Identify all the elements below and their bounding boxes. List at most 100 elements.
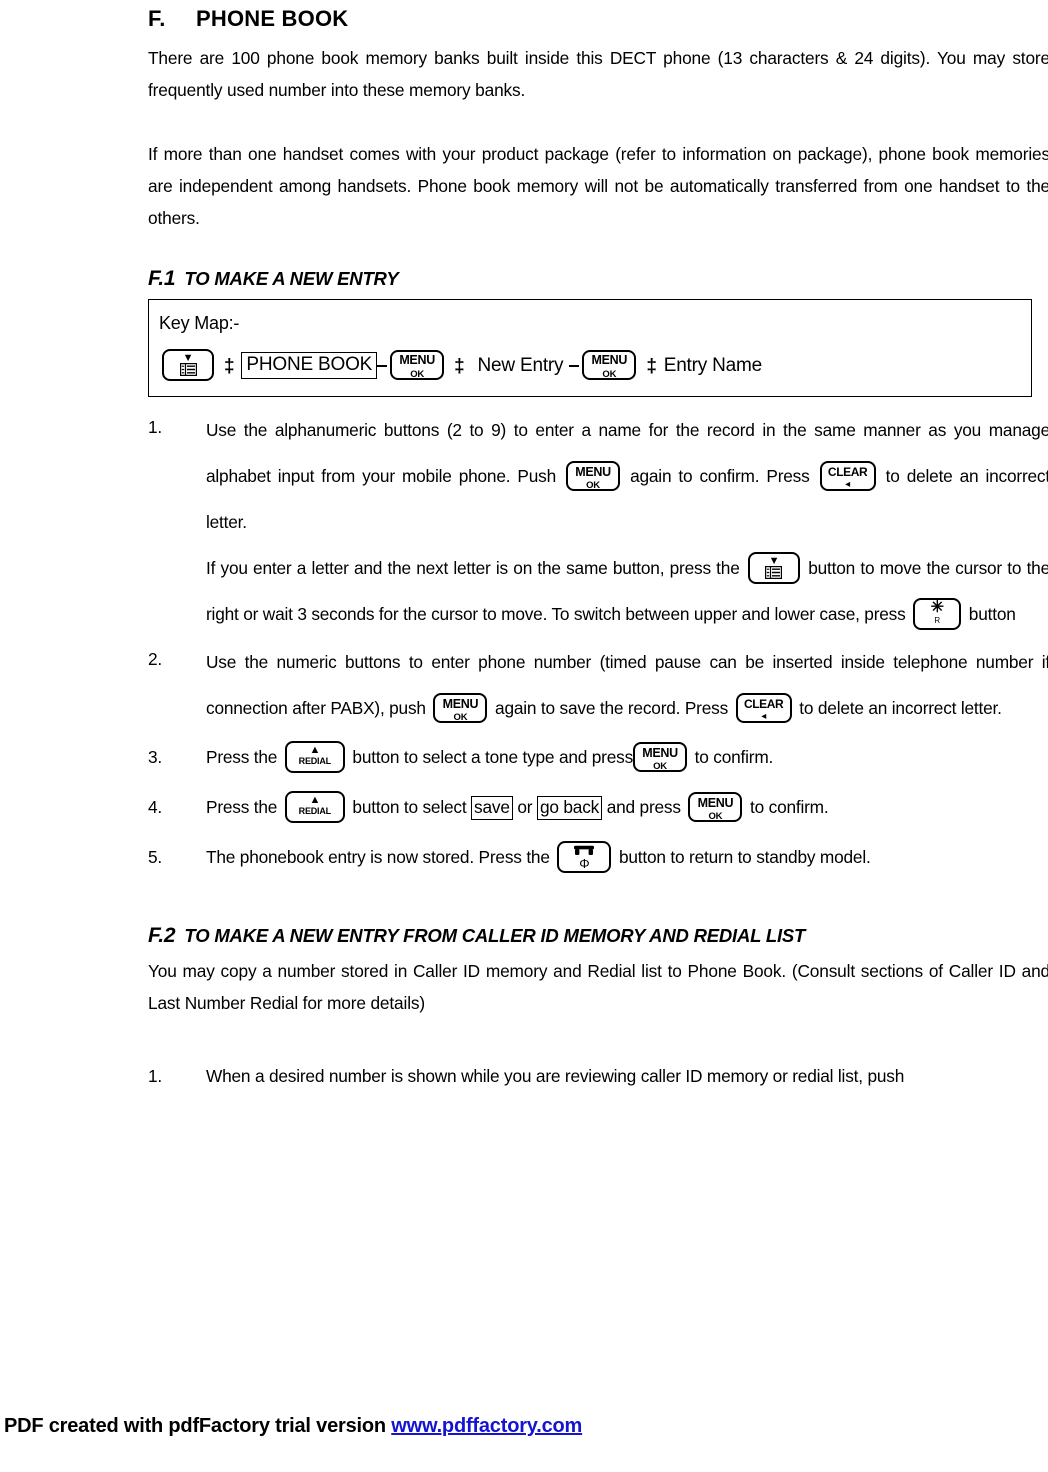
menu-key-label: MENU: [642, 745, 678, 760]
flow-arrow-3: ‡: [646, 356, 657, 378]
step-3-text-a: Press the: [206, 746, 278, 767]
key-map-flow: ▼ ‡ PHONE BOOK MENU OK ‡ New Entry MENU …: [159, 348, 1019, 382]
up-arrow-icon: ▲: [309, 794, 321, 807]
redial-key-label: REDIAL: [298, 806, 332, 817]
phonebook-list-icon: [750, 566, 798, 580]
list-item: 1. Use the alphanumeric buttons (2 to 9)…: [148, 407, 1048, 637]
step-4-text-e: to confirm.: [750, 796, 829, 817]
menu-option-go-back: go back: [536, 795, 603, 820]
intro-paragraph-2: If more than one handset comes with your…: [148, 144, 1048, 229]
phonebook-down-key-icon: ▼: [747, 552, 800, 585]
step-2-text-b: again to save the record. Press: [495, 697, 729, 718]
list-item: 1. When a desired number is shown while …: [148, 1059, 1048, 1093]
section-title: PHONE BOOK: [196, 6, 349, 31]
step-marker: 1.: [148, 1065, 163, 1086]
list-item: 5. The phonebook entry is now stored. Pr…: [148, 833, 1048, 881]
menu-ok-key-icon: MENU OK: [582, 349, 637, 380]
page-content: F. PHONE BOOK There are 100 phone book me…: [148, 0, 1048, 1095]
step-4-text-a: Press the: [206, 796, 278, 817]
handset-down-icon: [559, 845, 609, 856]
step-1-text-d: If you enter a letter and the next lette…: [206, 557, 740, 578]
end-call-power-key-icon: Φ: [557, 841, 612, 874]
f1-steps-list: 1. Use the alphanumeric buttons (2 to 9)…: [148, 407, 1048, 881]
step-marker: 5.: [148, 846, 163, 867]
step-1-text-f: button: [968, 603, 1016, 624]
menu-ok-key-icon: MENU OK: [633, 742, 688, 773]
step-1-subtext: If you enter a letter and the next lette…: [206, 545, 1048, 637]
step-marker: 2.: [148, 648, 163, 669]
left-arrow-icon: ◂: [761, 710, 767, 722]
clear-key-icon: CLEAR ◂: [819, 461, 876, 492]
redial-up-key-icon: ▲ REDIAL: [284, 741, 345, 774]
step-3-text-b: button to select a tone type and press: [352, 746, 634, 767]
flow-connector-1: [377, 364, 388, 367]
handset-glyph-svg: [574, 845, 595, 856]
clear-key-label: CLEAR: [743, 696, 784, 711]
ok-key-label: OK: [410, 368, 425, 380]
ok-key-label: OK: [602, 368, 617, 380]
step-5-text-a: The phonebook entry is now stored. Press…: [206, 846, 550, 867]
ok-key-label: OK: [708, 811, 723, 823]
step-1-text-b: again to confirm. Press: [630, 465, 810, 486]
step-1-text: Use the alphanumeric buttons (2 to 9) to…: [206, 407, 1048, 545]
subsection-f2-paragraph: You may copy a number stored in Caller I…: [148, 960, 1048, 1013]
down-arrow-icon: ▼: [768, 555, 780, 568]
redial-up-key-icon: ▲ REDIAL: [284, 791, 345, 824]
intro-paragraph-1: There are 100 phone book memory banks bu…: [148, 48, 1048, 101]
list-item: 2. Use the numeric buttons to enter phon…: [148, 639, 1048, 731]
subsection-f2-title: TO MAKE A NEW ENTRY FROM CALLER ID MEMOR…: [184, 924, 806, 946]
menu-ok-key-icon: MENU OK: [688, 792, 743, 823]
step-2-text: Use the numeric buttons to enter phone n…: [206, 639, 1048, 731]
menu-ok-key-icon: MENU OK: [433, 693, 488, 724]
ok-key-label: OK: [586, 480, 600, 492]
subsection-f1-heading: F.1 TO MAKE A NEW ENTRY: [148, 266, 1048, 292]
left-arrow-icon: ◂: [845, 478, 850, 490]
step-4-text-b: button to select: [352, 796, 467, 817]
subsection-f1-number: F.1: [148, 267, 176, 291]
page-title: F. PHONE BOOK: [148, 6, 1048, 32]
pdffactory-link[interactable]: www.pdffactory.com: [391, 1415, 582, 1437]
subsection-f2-number: F.2: [148, 923, 176, 947]
f2-steps-list: 1. When a desired number is shown while …: [148, 1059, 1048, 1093]
keymap-step-new-entry: New Entry: [477, 354, 564, 376]
flow-arrow-1: ‡: [224, 356, 235, 378]
f2-step-1-text: When a desired number is shown while you…: [206, 1065, 905, 1086]
phonebook-glyph-svg: [765, 566, 783, 580]
subsection-f1-title: TO MAKE A NEW ENTRY: [184, 268, 399, 290]
menu-key-label: MENU: [442, 696, 479, 711]
list-item: 3. Press the ▲ REDIAL button to select a…: [148, 733, 1048, 781]
phonebook-list-icon: [164, 362, 212, 376]
step-marker: 3.: [148, 746, 163, 767]
ok-key-label: OK: [653, 761, 667, 773]
pdf-footer: PDF created with pdfFactory trial versio…: [0, 1412, 1048, 1440]
step-5-text-b: button to return to standby model.: [618, 846, 871, 867]
menu-ok-key-icon: MENU OK: [566, 461, 621, 492]
asterisk-icon: ✳: [930, 599, 944, 617]
phonebook-down-key-icon: ▼: [162, 348, 214, 381]
key-map-label: Key Map:-: [159, 312, 240, 333]
section-letter: F.: [148, 6, 166, 31]
menu-key-label: MENU: [697, 795, 734, 810]
document-page: F. PHONE BOOK There are 100 phone book me…: [0, 0, 1048, 1472]
up-arrow-icon: ▲: [309, 744, 321, 757]
menu-key-label: MENU: [591, 353, 628, 368]
flow-arrow-2: ‡: [454, 356, 465, 378]
clear-key-icon: CLEAR ◂: [735, 693, 792, 724]
menu-key-label: MENU: [399, 353, 435, 368]
step-4-text-c: or: [517, 796, 533, 817]
keymap-step-entry-name: Entry Name: [663, 354, 763, 376]
menu-option-save: save: [471, 795, 513, 820]
star-key-icon: ✳ R: [913, 598, 962, 631]
subsection-f2-heading: F.2 TO MAKE A NEW ENTRY FROM CALLER ID ME…: [148, 923, 1048, 949]
keymap-step-phone-book: PHONE BOOK: [241, 352, 378, 380]
step-4-text-d: and press: [606, 796, 681, 817]
star-key-sublabel: R: [934, 616, 940, 626]
phonebook-glyph-svg: [179, 362, 197, 376]
flow-connector-2: [569, 364, 580, 367]
step-2-text-c: to delete an incorrect letter.: [799, 697, 1002, 718]
step-marker: 1.: [148, 416, 163, 437]
step-marker: 4.: [148, 796, 163, 817]
